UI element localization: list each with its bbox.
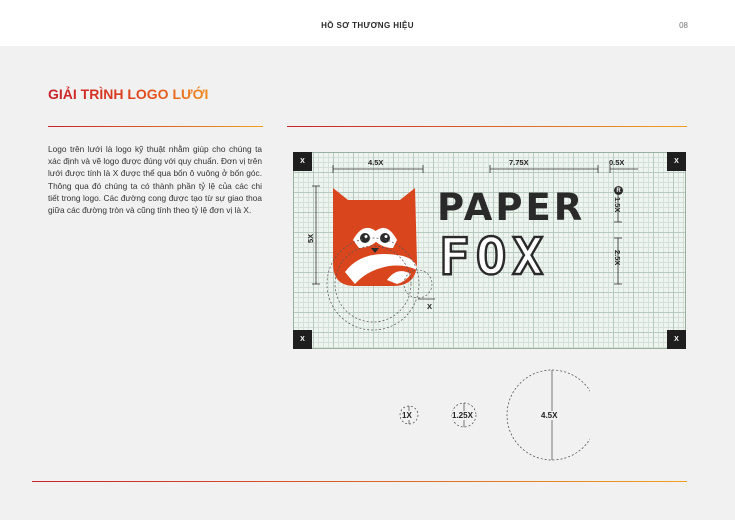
description-paragraph: Logo trên lưới là logo kỹ thuật nhằm giú…	[48, 144, 262, 216]
header-bar: HỒ SƠ THƯƠNG HIỆU 08	[0, 0, 735, 46]
document-title: HỒ SƠ THƯƠNG HIỆU	[321, 21, 414, 30]
registered-mark-icon: R	[614, 186, 623, 195]
dim-icon-width: 4.5X	[368, 158, 384, 167]
page-number: 08	[679, 21, 688, 30]
circle-scale-reference	[399, 369, 590, 461]
dim-paper-height: 1.5X	[613, 197, 622, 213]
dim-icon-height: 5X	[306, 233, 315, 243]
corner-unit-bottom-left: X	[293, 330, 312, 349]
logo-text-fox: FOX	[438, 227, 550, 288]
circle-label-4-5x: 4.5X	[541, 411, 558, 420]
circle-label-1-25x: 1.25X	[452, 411, 473, 420]
dim-text-width: 7.75X	[509, 158, 529, 167]
footer-divider	[32, 481, 687, 482]
dim-right-margin: 0.5X	[609, 158, 625, 167]
circle-label-1x: 1X	[402, 411, 412, 420]
fox-icon	[333, 188, 417, 286]
divider-right	[287, 126, 687, 127]
divider-left	[48, 126, 263, 127]
section-title: GIẢI TRÌNH LOGO LƯỚI	[48, 86, 209, 102]
corner-unit-top-left: X	[293, 152, 312, 171]
dim-fox-height: 2.5X	[613, 250, 622, 266]
dim-unit-x: X	[427, 302, 433, 311]
logo-text-paper: PAPER	[437, 186, 586, 229]
corner-unit-top-right: X	[667, 152, 686, 171]
corner-unit-bottom-right: X	[667, 330, 686, 349]
registered-mark-label: R	[616, 187, 621, 194]
